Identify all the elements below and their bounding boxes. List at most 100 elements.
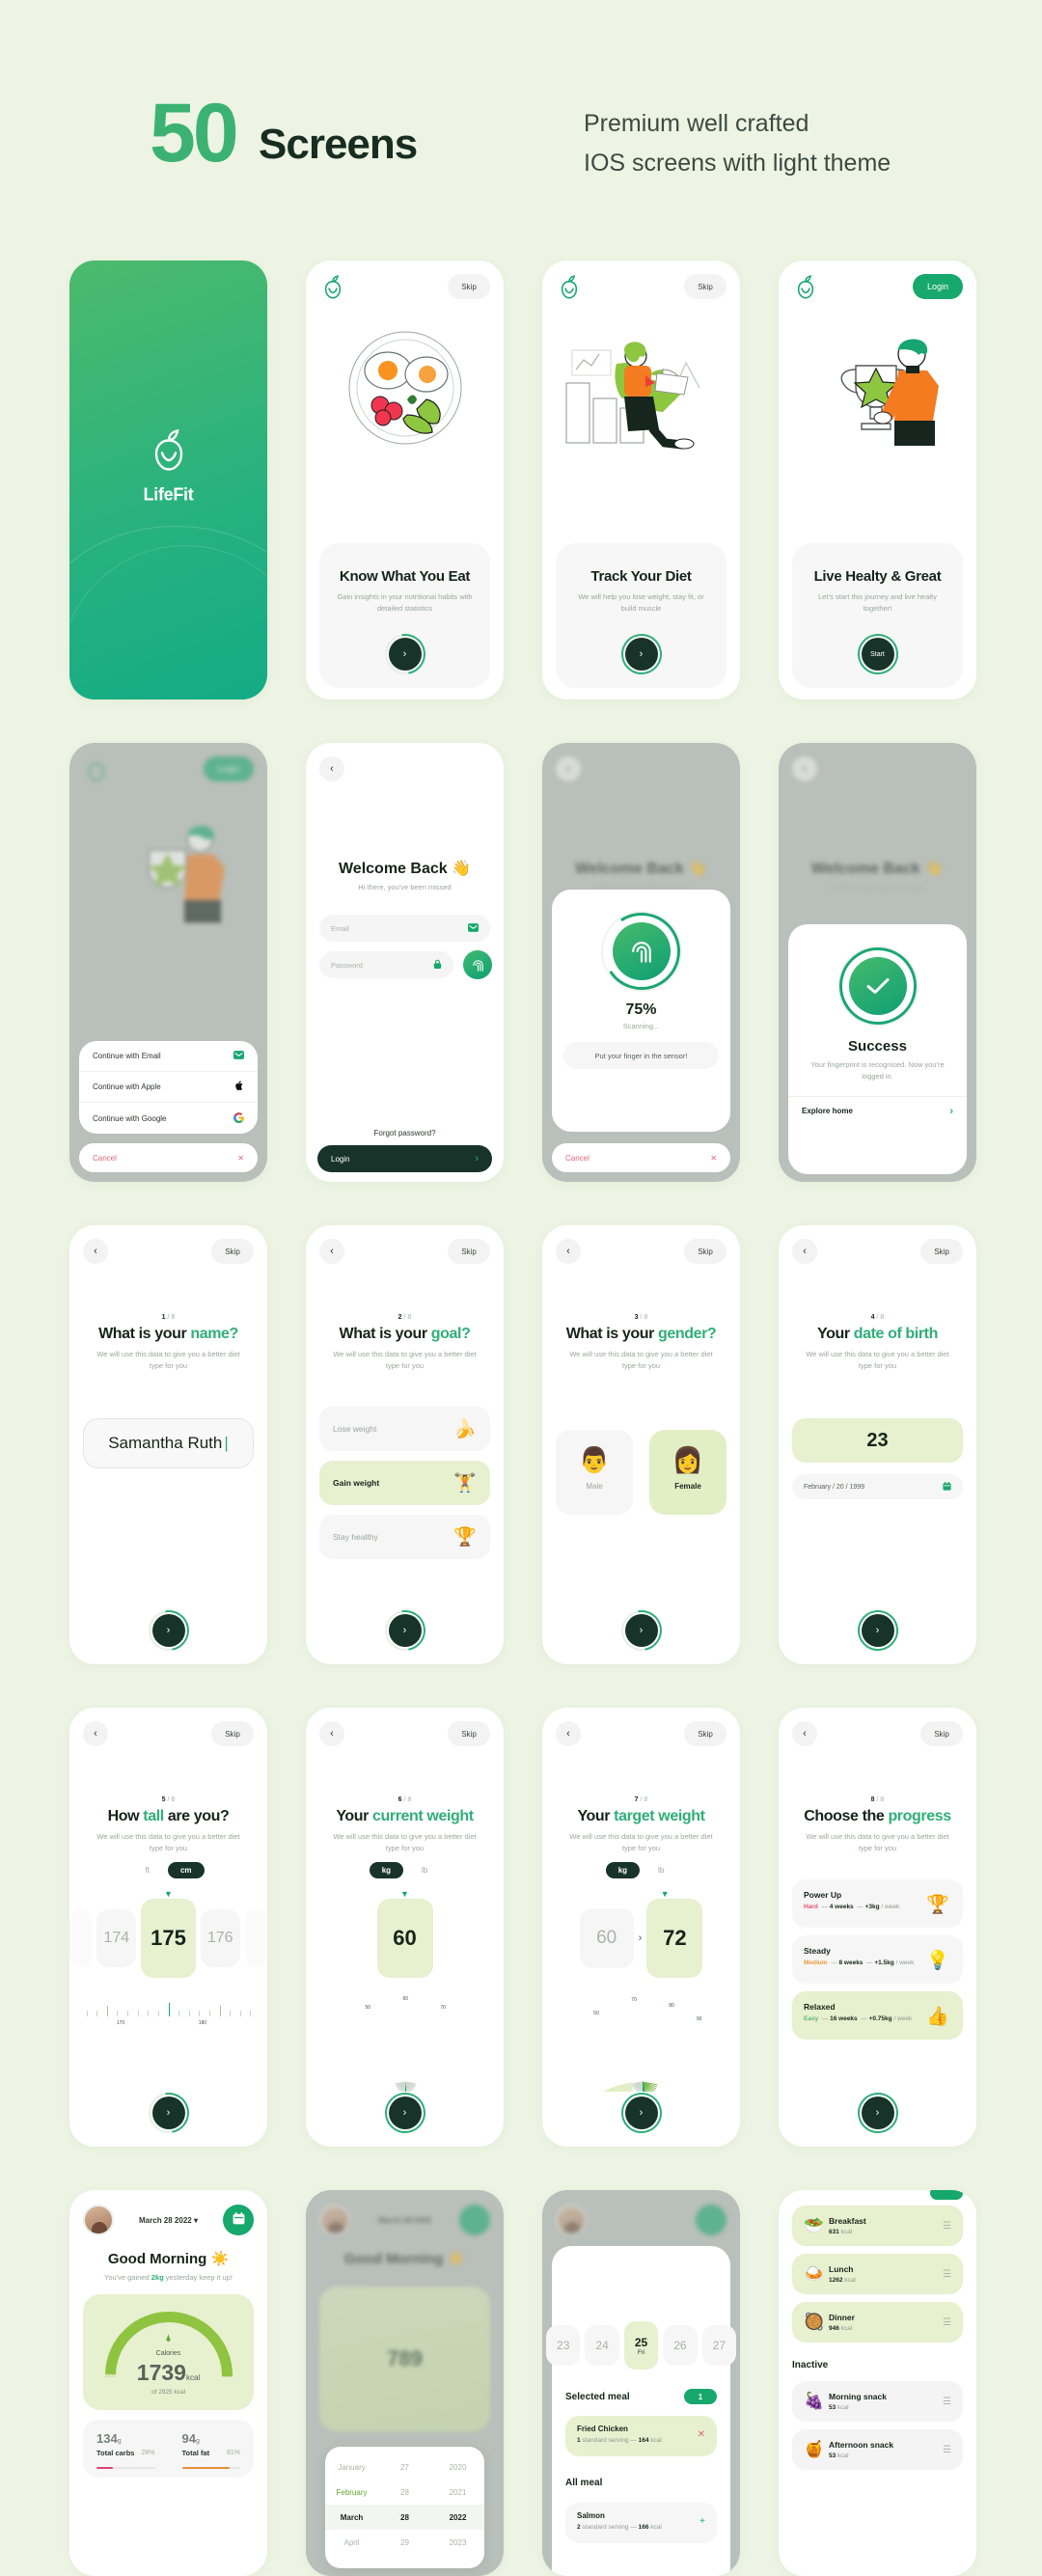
weight-picker[interactable]: 60 [306,1899,504,1978]
screen-fingerprint-success[interactable]: ‹ Welcome Back 👋 Hi there, you've been m… [779,743,976,1182]
password-input[interactable]: Password [319,951,453,978]
progress-option-power-up[interactable]: Power Up Hard — 4 weeks — +3kg / week 🏆 [792,1879,963,1928]
year-selected[interactable]: 2022 [431,2513,484,2522]
name-input[interactable]: Samantha Ruth | [83,1418,254,1468]
screen-quiz-goal[interactable]: ‹ Skip 2 / 8 What is your goal? We will … [306,1225,504,1664]
screen-quiz-progress[interactable]: ‹ Skip 8 / 8 Choose the progress We will… [779,1708,976,2147]
screen-splash[interactable]: LifeFit [69,260,267,699]
back-button[interactable]: ‹ [792,1721,817,1746]
next-button[interactable]: › [849,1602,906,1659]
screen-onboarding-know-what-you-eat[interactable]: Skip Know What You Eat Gain insights in … [306,260,504,699]
back-button[interactable]: ‹ [83,1239,108,1264]
meal-row-breakfast[interactable]: 🥗 Breakfast 631 kcal ☰ [792,2206,963,2246]
unit-kg[interactable]: kg [369,1862,404,1878]
height-ruler[interactable]: 170 180 [83,1997,254,2026]
day-selected[interactable]: 28 [378,2513,431,2522]
next-button[interactable]: › [849,2084,906,2142]
cancel-button[interactable]: Cancel ✕ [79,1143,258,1172]
unit-ft[interactable]: ft [132,1862,161,1878]
explore-home-link[interactable]: Explore home › [788,1096,967,1125]
skip-button[interactable]: Skip [920,1239,963,1264]
login-submit-button[interactable]: Login › [317,1145,492,1172]
skip-button[interactable]: Skip [448,274,490,299]
goal-option-gain-weight[interactable]: Gain weight 🏋 [319,1461,490,1505]
day-strip[interactable]: 23 24 25 Fri 26 27 [546,2321,737,2370]
weight-unit-toggle[interactable]: kg lb [542,1862,740,1878]
meal-row-afternoon-snack[interactable]: 🍯 Afternoon snack 53 kcal ☰ [792,2429,963,2470]
unit-kg[interactable]: kg [605,1862,641,1878]
calendar-row[interactable]: January 27 2020 [325,2454,484,2480]
picker-cell-selected[interactable]: 60 [376,1899,433,1978]
day-23[interactable]: 23 [546,2325,581,2366]
skip-button[interactable]: Skip [211,1721,254,1746]
month-option[interactable]: April [325,2538,378,2547]
continue-with-apple-row[interactable]: Continue with Apple [79,1072,258,1103]
height-unit-toggle[interactable]: ft cm [69,1862,267,1878]
date-of-birth-field[interactable]: February / 20 / 1999 [792,1474,963,1499]
back-button[interactable]: ‹ [83,1721,108,1746]
drag-handle-icon[interactable]: ☰ [943,2317,951,2328]
year-option[interactable]: 2020 [431,2463,484,2472]
all-meal-item[interactable]: Salmon 2 standard serving — 166 kcal + [565,2503,717,2543]
unit-cm[interactable]: cm [167,1862,205,1878]
fingerprint-button[interactable] [463,950,492,979]
back-button[interactable]: ‹ [319,756,344,781]
calendar-row-selected[interactable]: March 28 2022 [325,2505,484,2530]
unit-lb[interactable]: lb [409,1862,440,1878]
screen-meal-list[interactable]: 🥗 Breakfast 631 kcal ☰ 🍛 Lunch 1262 kcal… [779,2190,976,2576]
picker-cell-next[interactable]: 176 [200,1909,240,1967]
weight-dial[interactable]: 50 60 70 [306,1986,504,2092]
year-option[interactable]: 2023 [431,2538,484,2547]
remove-meal-icon[interactable]: ✕ [698,2429,705,2440]
back-button[interactable]: ‹ [792,1239,817,1264]
date-picker-button[interactable]: March 28 2022 ▾ [114,2216,223,2225]
screen-quiz-height[interactable]: ‹ Skip 5 / 8 How tall are you? We will u… [69,1708,267,2147]
skip-button[interactable]: Skip [448,1721,490,1746]
login-button[interactable]: Login [913,274,963,299]
day-25-selected[interactable]: 25 Fri [623,2321,659,2370]
calendar-button[interactable] [223,2205,254,2235]
screen-home-calendar[interactable]: March 28 2022 Good Morning ☀️ 789 Januar… [306,2190,504,2576]
progress-option-steady[interactable]: Steady Medium — 8 weeks — +1.5kg / week … [792,1935,963,1984]
date-picker-popup[interactable]: January 27 2020 February 28 2021 March 2… [325,2447,484,2568]
day-option[interactable]: 27 [378,2463,431,2472]
drag-handle-icon[interactable]: ☰ [943,2269,951,2280]
skip-button[interactable]: Skip [211,1239,254,1264]
screen-quiz-target-weight[interactable]: ‹ Skip 7 / 8 Your target weight We will … [542,1708,740,2147]
login-button[interactable]: Login [204,756,254,781]
meal-row-lunch[interactable]: 🍛 Lunch 1262 kcal ☰ [792,2254,963,2294]
selected-meal-item[interactable]: Fried Chicken 1 standard serving — 164 k… [565,2416,717,2456]
skip-button[interactable]: Skip [920,1721,963,1746]
next-button[interactable]: › [376,625,433,683]
next-button[interactable]: › [613,625,670,683]
unit-lb[interactable]: lb [645,1862,676,1878]
continue-with-google-row[interactable]: Continue with Google [79,1103,258,1134]
goal-option-stay-healthy[interactable]: Stay healthy 🏆 [319,1515,490,1559]
screen-meal-picker[interactable]: 23 24 25 Fri 26 27 Selected meal 1 Fried … [542,2190,740,2576]
month-selected[interactable]: March [325,2513,378,2522]
back-button[interactable]: ‹ [556,1721,581,1746]
screen-quiz-date-of-birth[interactable]: ‹ Skip 4 / 8 Your date of birth We will … [779,1225,976,1664]
day-option[interactable]: 29 [378,2538,431,2547]
calendar-row[interactable]: April 29 2023 [325,2530,484,2555]
day-option[interactable]: 28 [378,2488,431,2497]
drag-handle-icon[interactable]: ☰ [943,2445,951,2455]
drag-handle-icon[interactable]: ☰ [943,2221,951,2232]
next-button[interactable]: › [140,2084,197,2142]
back-button[interactable]: ‹ [556,1239,581,1264]
next-button[interactable]: › [376,1602,433,1659]
cancel-button[interactable]: Cancel ✕ [552,1143,730,1172]
screen-home-dashboard[interactable]: March 28 2022 ▾ Good Morning ☀️ You've g… [69,2190,267,2576]
goal-option-lose-weight[interactable]: Lose weight 🍌 [319,1407,490,1451]
skip-button[interactable]: Skip [684,1239,727,1264]
year-option[interactable]: 2021 [431,2488,484,2497]
month-option[interactable]: February [325,2488,378,2497]
screen-onboarding-track-your-diet[interactable]: Skip Track Your Diet We will help you lo… [542,260,740,699]
avatar[interactable] [83,2205,114,2235]
weight-unit-toggle[interactable]: kg lb [306,1862,504,1878]
add-meal-icon[interactable]: + [699,2516,705,2527]
day-27[interactable]: 27 [701,2325,737,2366]
calendar-row[interactable]: February 28 2021 [325,2480,484,2505]
screen-quiz-current-weight[interactable]: ‹ Skip 6 / 8 Your current weight We will… [306,1708,504,2147]
drag-handle-icon[interactable]: ☰ [943,2397,951,2407]
